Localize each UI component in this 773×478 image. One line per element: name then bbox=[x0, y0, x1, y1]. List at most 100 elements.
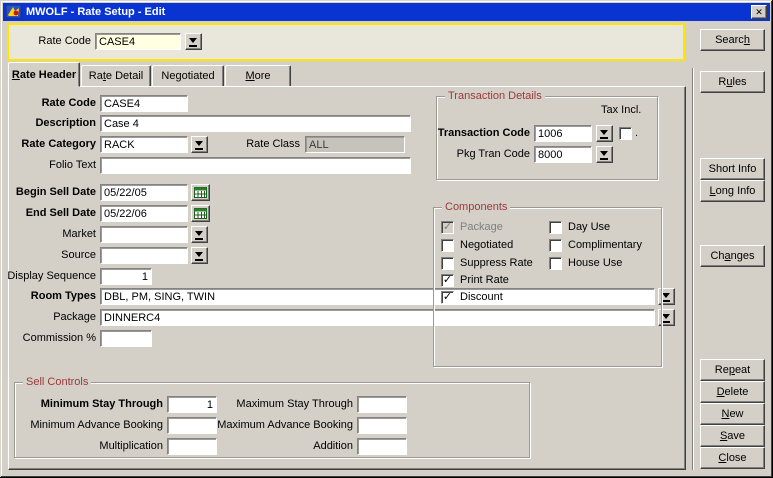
components-group: Components ✓ Package Negotiated Suppress… bbox=[433, 207, 662, 367]
rate-setup-window: MWOLF - Rate Setup - Edit ✕ Rate Code Ra… bbox=[0, 0, 773, 478]
lov-arrow-icon bbox=[662, 313, 671, 323]
rate-code-top-input[interactable] bbox=[95, 33, 181, 50]
complimentary-checkbox[interactable] bbox=[549, 239, 562, 252]
calendar-icon bbox=[194, 187, 207, 198]
tab-negotiated[interactable]: Negotiated bbox=[152, 65, 224, 87]
lov-arrow-icon bbox=[189, 37, 198, 47]
components-title: Components bbox=[442, 200, 510, 214]
maximum-stay-through-label: Maximum Stay Through bbox=[205, 396, 353, 413]
market-label: Market bbox=[0, 226, 96, 243]
transaction-code-lov-button[interactable] bbox=[596, 125, 613, 142]
source-lov-button[interactable] bbox=[191, 247, 208, 264]
end-sell-date-input[interactable] bbox=[100, 205, 188, 222]
folio-text-label: Folio Text bbox=[0, 157, 96, 174]
sell-controls-title: Sell Controls bbox=[23, 375, 91, 389]
discount-checkbox[interactable]: ✓ bbox=[441, 291, 454, 304]
house-use-checkbox[interactable] bbox=[549, 257, 562, 270]
maximum-advance-booking-label: Maximum Advance Booking bbox=[205, 417, 353, 434]
minimum-advance-booking-label: Minimum Advance Booking bbox=[15, 417, 163, 434]
maximum-stay-through-input[interactable] bbox=[357, 396, 407, 413]
display-sequence-input[interactable] bbox=[100, 268, 152, 285]
rate-category-input[interactable] bbox=[100, 136, 188, 153]
lov-arrow-icon bbox=[662, 292, 671, 302]
commission-input[interactable] bbox=[100, 330, 152, 347]
maximum-advance-booking-input[interactable] bbox=[357, 417, 407, 434]
search-button[interactable]: Search bbox=[700, 29, 765, 51]
negotiated-checkbox-label: Negotiated bbox=[460, 239, 513, 252]
lov-arrow-icon bbox=[195, 251, 204, 261]
transaction-details-group: Transaction Details Tax Incl. Transactio… bbox=[436, 96, 658, 180]
window-title: MWOLF - Rate Setup - Edit bbox=[26, 6, 751, 18]
end-sell-date-calendar-button[interactable] bbox=[191, 205, 210, 222]
calendar-icon bbox=[194, 208, 207, 219]
begin-sell-date-label: Begin Sell Date bbox=[0, 184, 96, 201]
rate-code-lov-button[interactable] bbox=[185, 33, 202, 50]
description-input[interactable] bbox=[100, 115, 411, 132]
pkg-tran-code-input[interactable] bbox=[534, 146, 592, 163]
close-window-button[interactable]: ✕ bbox=[751, 5, 767, 19]
new-button[interactable]: New bbox=[700, 403, 765, 425]
commission-label: Commission % bbox=[0, 330, 96, 347]
tax-incl-checkbox[interactable] bbox=[619, 127, 632, 140]
addition-input[interactable] bbox=[357, 438, 407, 455]
source-label: Source bbox=[0, 247, 96, 264]
print-rate-checkbox-label: Print Rate bbox=[460, 274, 509, 287]
transaction-code-input[interactable] bbox=[534, 125, 592, 142]
rate-class-label: Rate Class bbox=[230, 136, 300, 153]
package-checkbox: ✓ bbox=[441, 221, 454, 234]
discount-checkbox-label: Discount bbox=[460, 291, 503, 304]
begin-sell-date-input[interactable] bbox=[100, 184, 188, 201]
app-icon bbox=[6, 5, 22, 19]
tab-more[interactable]: More bbox=[225, 65, 291, 87]
rate-code-input[interactable] bbox=[100, 95, 188, 112]
transaction-details-title: Transaction Details bbox=[445, 89, 545, 103]
long-info-button[interactable]: Long Info bbox=[700, 180, 765, 202]
end-sell-date-label: End Sell Date bbox=[0, 205, 96, 222]
market-input[interactable] bbox=[100, 226, 188, 243]
title-bar: MWOLF - Rate Setup - Edit ✕ bbox=[3, 3, 770, 21]
display-sequence-label: Display Sequence bbox=[0, 268, 96, 285]
tab-rate-header[interactable]: Rate Header bbox=[8, 62, 80, 87]
pkg-tran-code-lov-button[interactable] bbox=[596, 146, 613, 163]
short-info-button[interactable]: Short Info bbox=[700, 158, 765, 180]
begin-sell-date-calendar-button[interactable] bbox=[191, 184, 210, 201]
delete-button[interactable]: Delete bbox=[700, 381, 765, 403]
print-rate-checkbox[interactable]: ✓ bbox=[441, 274, 454, 287]
repeat-button[interactable]: Repeat bbox=[700, 359, 765, 381]
lov-arrow-icon bbox=[600, 150, 609, 160]
package-label: Package bbox=[0, 309, 96, 326]
day-use-checkbox[interactable] bbox=[549, 221, 562, 234]
room-types-label: Room Types bbox=[0, 288, 96, 305]
tax-incl-label: Tax Incl. bbox=[601, 104, 641, 116]
tax-incl-suffix: . bbox=[635, 127, 638, 139]
rate-code-label: Rate Code bbox=[0, 95, 96, 112]
changes-button[interactable]: Changes bbox=[700, 245, 765, 267]
lov-arrow-icon bbox=[195, 230, 204, 240]
pkg-tran-code-label: Pkg Tran Code bbox=[437, 146, 530, 163]
suppress-rate-checkbox-label: Suppress Rate bbox=[460, 257, 533, 270]
content-buttons-divider bbox=[692, 68, 694, 470]
complimentary-checkbox-label: Complimentary bbox=[568, 239, 642, 252]
house-use-checkbox-label: House Use bbox=[568, 257, 622, 270]
save-button[interactable]: Save bbox=[700, 425, 765, 447]
multiplication-label: Multiplication bbox=[15, 438, 163, 455]
addition-label: Addition bbox=[205, 438, 353, 455]
rate-category-label: Rate Category bbox=[0, 136, 96, 153]
lov-arrow-icon bbox=[600, 129, 609, 139]
rules-button[interactable]: Rules bbox=[700, 71, 765, 93]
source-input[interactable] bbox=[100, 247, 188, 264]
rate-code-panel: Rate Code bbox=[7, 23, 685, 61]
suppress-rate-checkbox[interactable] bbox=[441, 257, 454, 270]
market-lov-button[interactable] bbox=[191, 226, 208, 243]
minimum-stay-through-label: Minimum Stay Through bbox=[15, 396, 163, 413]
tab-rate-detail[interactable]: Rate Detail bbox=[81, 65, 151, 87]
folio-text-input[interactable] bbox=[100, 157, 411, 174]
rate-class-input bbox=[305, 136, 405, 153]
package-checkbox-label: Package bbox=[460, 221, 503, 234]
sell-controls-group: Sell Controls Minimum Stay Through Maxim… bbox=[14, 382, 530, 458]
negotiated-checkbox[interactable] bbox=[441, 239, 454, 252]
rate-category-lov-button[interactable] bbox=[191, 136, 208, 153]
day-use-checkbox-label: Day Use bbox=[568, 221, 610, 234]
lov-arrow-icon bbox=[195, 140, 204, 150]
close-button[interactable]: Close bbox=[700, 447, 765, 469]
